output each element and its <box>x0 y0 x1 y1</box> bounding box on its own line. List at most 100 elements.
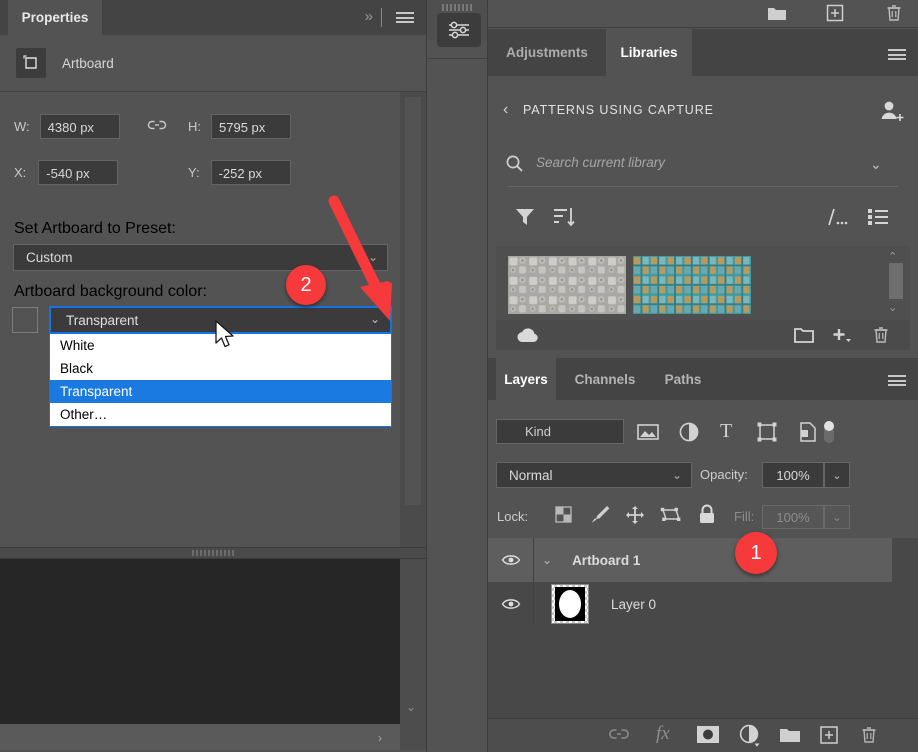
filter-type-icon[interactable]: T <box>720 420 732 443</box>
tab-layers[interactable]: Layers <box>496 358 556 400</box>
filter-shape-icon[interactable] <box>756 421 778 443</box>
y-field-group: Y: -252 px <box>188 160 291 185</box>
link-layers-icon[interactable] <box>608 726 630 742</box>
tab-libraries-label: Libraries <box>620 45 677 60</box>
tab-properties-label: Properties <box>22 10 89 25</box>
properties-tabbar: Properties » <box>0 0 426 35</box>
layer-visibility-toggle[interactable] <box>488 582 534 626</box>
annotation-arrow <box>320 195 410 335</box>
filter-icon[interactable] <box>514 206 536 228</box>
tab-libraries[interactable]: Libraries <box>606 29 692 76</box>
bottom-status-bar <box>0 724 400 750</box>
y-label: Y: <box>188 165 200 180</box>
height-label: H: <box>188 119 201 134</box>
tab-paths[interactable]: Paths <box>652 358 714 400</box>
lock-position-icon[interactable] <box>625 505 645 525</box>
toolbar-divider <box>381 8 382 27</box>
cloud-sync-icon[interactable] <box>515 327 541 344</box>
library-scroll-thumb[interactable] <box>889 263 903 299</box>
new-layer-icon[interactable] <box>819 725 839 745</box>
chevron-down-icon[interactable]: ⌄ <box>870 156 882 173</box>
fill-input[interactable]: 100% <box>762 505 824 529</box>
layer-mask-icon[interactable] <box>696 725 720 745</box>
dropdown-option-black[interactable]: Black <box>50 357 391 380</box>
lock-image-pixels-icon[interactable] <box>589 504 611 525</box>
filter-pixel-icon[interactable] <box>636 421 660 443</box>
table-row[interactable]: Layer 0 <box>488 582 892 626</box>
properties-menu-icon[interactable] <box>396 12 414 23</box>
layer-thumbnail <box>551 582 589 626</box>
delete-icon[interactable] <box>871 325 891 345</box>
lock-all-icon[interactable] <box>698 504 716 525</box>
scroll-down-icon[interactable]: ⌄ <box>888 301 897 314</box>
background-color-swatch[interactable] <box>12 307 38 333</box>
annotation-badge-2: 2 <box>286 265 326 305</box>
lock-transparent-pixels-icon[interactable] <box>554 505 573 524</box>
tab-channels[interactable]: Channels <box>560 358 650 400</box>
artboard-icon <box>16 48 46 78</box>
table-row[interactable]: ⌄ Artboard 1 <box>488 538 892 582</box>
kind-filter-select[interactable]: Kind <box>496 419 624 444</box>
resize-grip-icon <box>192 550 236 556</box>
tab-adjustments[interactable]: Adjustments <box>488 29 606 76</box>
tab-adjustments-label: Adjustments <box>506 45 588 60</box>
opacity-chevron-down-icon[interactable]: ⌄ <box>824 462 850 488</box>
view-thumbnail-icon[interactable] <box>826 207 848 227</box>
dropdown-option-transparent[interactable]: Transparent <box>50 380 391 403</box>
library-search-input[interactable]: Search current library <box>536 155 665 170</box>
back-chevron-icon[interactable]: ‹ <box>503 101 508 119</box>
filter-adjustment-icon[interactable] <box>678 421 700 443</box>
add-icon[interactable] <box>830 325 854 345</box>
annotation-badge-1: 1 <box>735 532 777 574</box>
y-input[interactable]: -252 px <box>211 160 291 185</box>
adjustment-layer-icon[interactable] <box>738 724 764 748</box>
new-group-icon[interactable] <box>793 325 815 345</box>
tab-paths-label: Paths <box>665 372 702 387</box>
link-dimensions-icon[interactable] <box>147 118 167 132</box>
layer-name: Artboard 1 <box>572 553 640 568</box>
blend-mode-value: Normal <box>509 468 553 483</box>
delete-icon[interactable] <box>884 3 904 23</box>
delete-layer-icon[interactable] <box>859 725 879 745</box>
add-icon[interactable] <box>825 3 845 23</box>
search-icon <box>505 154 524 173</box>
layer-style-fx-icon[interactable]: fx <box>656 723 670 745</box>
blend-mode-select[interactable]: Normal ⌄ <box>496 462 692 488</box>
lock-artboard-nesting-icon[interactable] <box>660 505 682 525</box>
height-field-group: H: 5795 px <box>188 114 291 139</box>
adjustments-sliders-icon[interactable] <box>437 13 481 47</box>
fill-label: Fill: <box>734 509 754 524</box>
libraries-menu-icon[interactable] <box>888 49 906 60</box>
filter-smart-object-icon[interactable] <box>797 421 819 443</box>
width-label: W: <box>14 119 30 134</box>
chevron-down-icon[interactable]: ⌄ <box>542 553 552 567</box>
width-input[interactable]: 4380 px <box>40 114 120 139</box>
sort-icon[interactable] <box>552 206 576 228</box>
bottom-right-strip <box>400 724 426 750</box>
fill-chevron-down-icon[interactable]: ⌄ <box>824 505 850 529</box>
new-group-icon[interactable] <box>778 725 802 745</box>
library-top-toolbar <box>488 0 918 28</box>
layers-menu-icon[interactable] <box>888 375 906 386</box>
tool-strip <box>426 0 488 752</box>
tab-properties[interactable]: Properties <box>8 0 102 35</box>
library-footer-toolbar <box>496 320 910 350</box>
expand-chevrons-icon[interactable]: » <box>365 8 372 25</box>
dropdown-option-other[interactable]: Other… <box>50 403 391 426</box>
bg-color-label: Artboard background color: <box>14 283 207 301</box>
chevron-right-icon[interactable]: › <box>378 731 382 745</box>
width-field-group: W: 4380 px <box>14 114 120 139</box>
tool-strip-grip-icon[interactable] <box>442 4 472 11</box>
opacity-input[interactable]: 100% <box>762 462 824 488</box>
list-item[interactable] <box>633 256 751 314</box>
scroll-up-icon[interactable]: ⌃ <box>888 250 897 263</box>
chevron-down-icon[interactable]: ⌄ <box>406 700 416 714</box>
new-folder-icon[interactable] <box>766 3 788 23</box>
view-list-icon[interactable] <box>867 207 889 227</box>
invite-person-icon[interactable] <box>878 98 906 124</box>
filter-toggle-switch[interactable] <box>820 418 838 448</box>
list-item[interactable] <box>508 256 626 314</box>
x-input[interactable]: -540 px <box>38 160 118 185</box>
height-input[interactable]: 5795 px <box>211 114 291 139</box>
layer-visibility-toggle[interactable] <box>488 538 534 582</box>
